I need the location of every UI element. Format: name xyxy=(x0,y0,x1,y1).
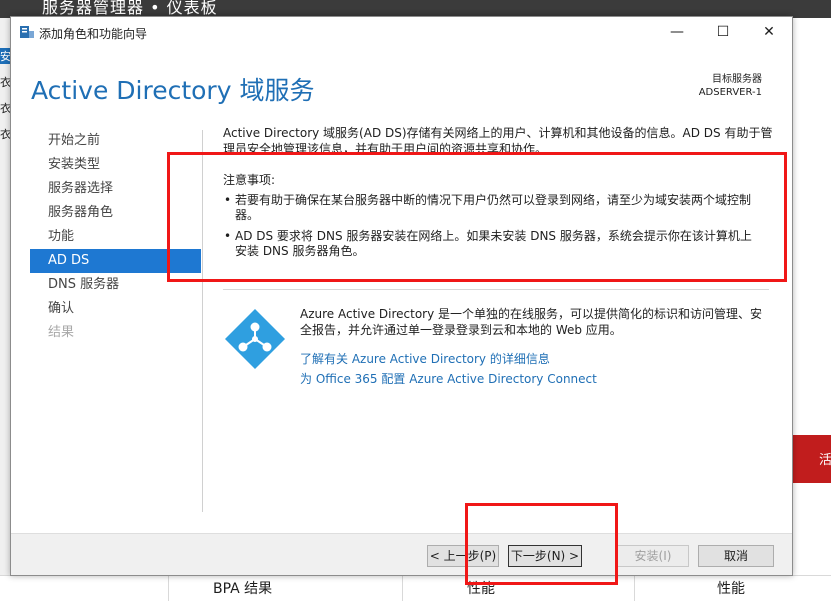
sidebar-tab[interactable]: 衣 xyxy=(0,74,11,90)
azure-description: Azure Active Directory 是一个单独的在线服务，可以提供简化… xyxy=(300,307,763,337)
sidebar-tab[interactable]: 衣 xyxy=(0,100,11,116)
sidebar-tab[interactable]: 衣 xyxy=(0,126,11,142)
server-manager-right-panel: 活 xyxy=(793,18,831,601)
page-title: Active Directory 域服务 xyxy=(31,76,315,105)
close-button[interactable]: ✕ xyxy=(746,17,792,47)
wizard-title: 添加角色和功能向导 xyxy=(39,27,148,41)
cancel-button[interactable]: 取消 xyxy=(698,545,774,567)
maximize-button[interactable]: ☐ xyxy=(700,17,746,47)
azure-ad-icon xyxy=(225,309,285,369)
azure-connect-link[interactable]: 为 Office 365 配置 Azure Active Directory C… xyxy=(300,370,597,387)
nav-item-results: 结果 xyxy=(48,325,75,340)
server-manager-sidebar: 安 衣 衣 衣 xyxy=(0,18,11,601)
tile-label: 性能 xyxy=(717,581,745,597)
section-divider xyxy=(223,289,769,290)
install-button: 安装(I) xyxy=(617,545,689,567)
target-server-label: 目标服务器 xyxy=(712,74,762,85)
nav-item-confirmation[interactable]: 确认 xyxy=(30,297,201,321)
sidebar-tab[interactable]: 安 xyxy=(0,48,11,64)
target-server-value: ADSERVER-1 xyxy=(698,87,762,98)
nav-item-before-you-begin[interactable]: 开始之前 xyxy=(30,129,201,153)
annotation-box-next xyxy=(465,503,618,585)
wizard-footer: < 上一步(P) 下一步(N) > 安装(I) 取消 xyxy=(11,533,792,575)
tile-performance[interactable]: 性能 xyxy=(634,576,794,601)
annotation-box-notes xyxy=(167,152,787,282)
server-manager-tiles: BPA 结果 性能 性能 xyxy=(0,575,831,601)
intro-text: Active Directory 域服务(AD DS)存储有关网络上的用户、计算… xyxy=(223,126,773,155)
close-icon: ✕ xyxy=(763,24,775,40)
wizard-content: Active Directory 域服务(AD DS)存储有关网络上的用户、计算… xyxy=(223,125,773,386)
azure-learn-more-link[interactable]: 了解有关 Azure Active Directory 的详细信息 xyxy=(300,350,550,367)
status-tile[interactable]: 活 xyxy=(793,435,831,483)
tile-bpa[interactable]: BPA 结果 xyxy=(168,576,402,601)
minimize-icon: — xyxy=(670,24,684,40)
minimize-button[interactable]: — xyxy=(654,17,700,47)
status-tile-text: 活 xyxy=(819,453,831,468)
target-server: 目标服务器 ADSERVER-1 xyxy=(699,73,762,99)
add-roles-wizard: 添加角色和功能向导 — ☐ ✕ Active Directory 域服务 目标服… xyxy=(10,16,793,576)
wizard-titlebar[interactable]: 添加角色和功能向导 — ☐ ✕ xyxy=(11,17,792,47)
server-manager-app-icon xyxy=(20,26,34,38)
tile-label: BPA 结果 xyxy=(213,581,273,597)
maximize-icon: ☐ xyxy=(716,24,730,40)
